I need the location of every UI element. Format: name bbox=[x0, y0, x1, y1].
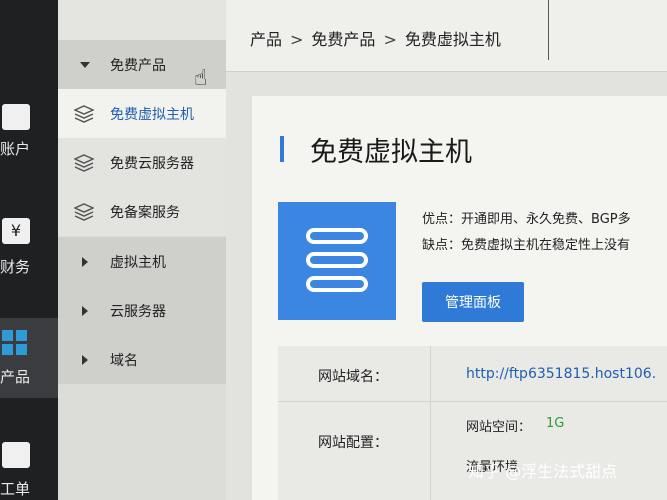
server-icon bbox=[278, 202, 396, 320]
layers-icon bbox=[74, 153, 94, 172]
caret-right-icon bbox=[82, 305, 88, 316]
space-value: 1G bbox=[546, 416, 565, 431]
user-card-icon bbox=[2, 104, 30, 130]
server-bar bbox=[306, 276, 368, 292]
sidebar-item-free-vhost[interactable]: 免费虚拟主机 bbox=[58, 89, 226, 138]
divider bbox=[548, 0, 549, 60]
domain-link[interactable]: http://ftp6351815.host106. bbox=[466, 366, 656, 382]
rail-label-products: 产品 bbox=[0, 368, 31, 386]
hand-cursor-icon: ☝ bbox=[194, 66, 208, 91]
manage-panel-button[interactable]: 管理面板 bbox=[422, 282, 524, 322]
page-title: 免费虚拟主机 bbox=[310, 137, 472, 168]
sidebar-item-label: 免费虚拟主机 bbox=[110, 106, 194, 123]
main-content: 产品 > 免费产品 > 免费虚拟主机 免费虚拟主机 优点：开通即用、永久免费、BGP多 … bbox=[226, 0, 667, 500]
layers-icon bbox=[74, 104, 94, 123]
info-row-domain: 网站域名： http://ftp6351815.host106. bbox=[278, 346, 667, 402]
rail-item-tickets[interactable]: 工单 bbox=[0, 438, 58, 500]
breadcrumb-bar: 产品 > 免费产品 > 免费虚拟主机 bbox=[226, 0, 667, 72]
sidebar-item-free-cloud[interactable]: 免费云服务器 bbox=[58, 138, 226, 187]
yen-icon: ¥ bbox=[2, 218, 30, 244]
sidebar-group-label: 域名 bbox=[110, 352, 138, 369]
sidebar-group-vhost[interactable]: 虚拟主机 bbox=[58, 237, 226, 286]
watermark: 知乎 @浮生法式甜点 bbox=[468, 462, 618, 481]
bag-icon bbox=[2, 442, 30, 468]
server-bar bbox=[306, 252, 368, 268]
sidebar-top bbox=[58, 0, 226, 40]
breadcrumb: 产品 > 免费产品 > 免费虚拟主机 bbox=[250, 26, 501, 50]
sidebar-group-domain[interactable]: 域名 bbox=[58, 335, 226, 384]
config-label: 网站配置： bbox=[318, 435, 388, 451]
rail-item-finance[interactable]: ¥ 财务 bbox=[0, 210, 58, 280]
domain-label: 网站域名： bbox=[318, 369, 388, 385]
sidebar-item-label: 免备案服务 bbox=[110, 204, 180, 221]
breadcrumb-item-current: 免费虚拟主机 bbox=[404, 30, 501, 49]
breadcrumb-separator: > bbox=[383, 30, 397, 49]
breadcrumb-item[interactable]: 免费产品 bbox=[311, 30, 375, 49]
cons-text: 缺点：免费虚拟主机在稳定性上没有 bbox=[422, 238, 631, 253]
sidebar-group-cloud[interactable]: 云服务器 bbox=[58, 286, 226, 335]
caret-right-icon bbox=[82, 256, 88, 267]
sidebar-group-label: 虚拟主机 bbox=[110, 254, 166, 271]
pros-text: 优点：开通即用、永久免费、BGP多 bbox=[422, 212, 631, 227]
rail-label-tickets: 工单 bbox=[0, 480, 31, 498]
info-divider bbox=[430, 346, 431, 500]
sidebar-item-label: 免费云服务器 bbox=[110, 155, 194, 172]
space-label: 网站空间： bbox=[466, 420, 532, 435]
caret-down-icon bbox=[80, 61, 90, 68]
grid-icon bbox=[2, 330, 27, 355]
layers-icon bbox=[74, 202, 94, 221]
rail-label-account: 账户 bbox=[0, 140, 31, 158]
rail-label-finance: 财务 bbox=[0, 258, 31, 276]
sidebar-item-no-filing[interactable]: 免备案服务 bbox=[58, 187, 226, 236]
title-accent-bar bbox=[280, 136, 284, 162]
sidebar-group-label: 云服务器 bbox=[110, 303, 166, 320]
breadcrumb-item[interactable]: 产品 bbox=[250, 30, 282, 49]
product-card: 免费虚拟主机 优点：开通即用、永久免费、BGP多 缺点：免费虚拟主机在稳定性上没… bbox=[252, 96, 667, 500]
breadcrumb-separator: > bbox=[290, 30, 304, 49]
product-sidebar: 免费产品 免费虚拟主机 免费云服务器 免备案服务 虚拟主机 云服务器 域名 ☝ bbox=[58, 0, 280, 500]
main-nav-rail: 账户 ¥ 财务 产品 工单 bbox=[0, 0, 58, 500]
sidebar-group-label: 免费产品 bbox=[110, 57, 166, 74]
rail-item-account[interactable]: 账户 bbox=[0, 96, 58, 166]
caret-right-icon bbox=[82, 354, 88, 365]
rail-item-products[interactable]: 产品 bbox=[0, 318, 58, 398]
server-bar bbox=[306, 228, 368, 244]
